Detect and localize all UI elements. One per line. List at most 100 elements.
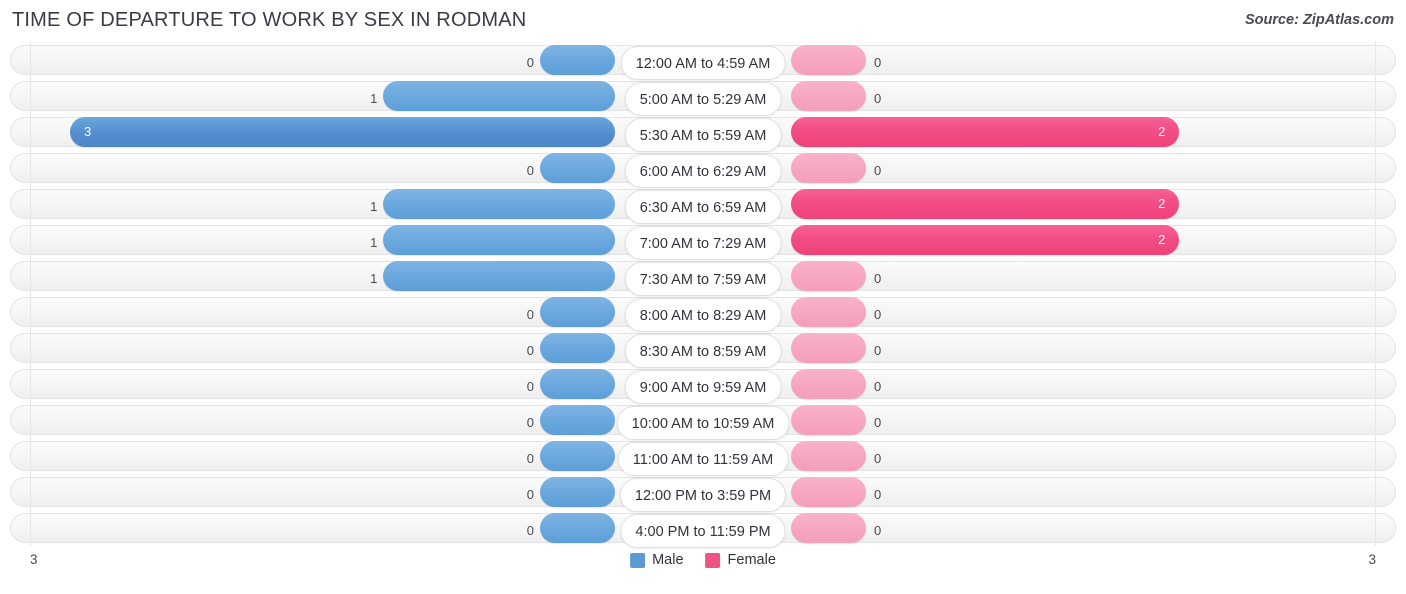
- bar-female[interactable]: [791, 297, 866, 327]
- row-bars: 1 0 7:30 AM to 7:59 AM: [10, 261, 1396, 296]
- legend-label-male: Male: [652, 552, 684, 568]
- bar-value-female: 0: [874, 451, 882, 466]
- chart-row: 0 0 9:00 AM to 9:59 AM: [10, 366, 1396, 404]
- bar-value-female: 0: [874, 307, 882, 322]
- category-label: 5:00 AM to 5:29 AM: [624, 82, 782, 116]
- category-label: 9:00 AM to 9:59 AM: [624, 370, 782, 404]
- bar-value-male: 0: [526, 487, 534, 502]
- bar-female[interactable]: [791, 45, 866, 75]
- bar-value-male: 0: [526, 343, 534, 358]
- bar-female[interactable]: [791, 261, 866, 291]
- bar-male[interactable]: [540, 513, 615, 543]
- bar-female[interactable]: [791, 513, 866, 543]
- axis-label-right: 3: [1368, 552, 1376, 567]
- bar-male[interactable]: [540, 441, 615, 471]
- bar-female[interactable]: [791, 369, 866, 399]
- chart-row: 1 0 5:00 AM to 5:29 AM: [10, 78, 1396, 116]
- row-bars: 1 2 6:30 AM to 6:59 AM: [10, 189, 1396, 224]
- bar-male[interactable]: [383, 261, 615, 291]
- legend-swatch-female-icon: [705, 552, 721, 568]
- bar-value-male: 1: [370, 235, 378, 250]
- chart-row: 1 0 7:30 AM to 7:59 AM: [10, 258, 1396, 296]
- row-bars: 0 0 6:00 AM to 6:29 AM: [10, 153, 1396, 188]
- row-bars: 0 0 12:00 AM to 4:59 AM: [10, 45, 1396, 80]
- bar-value-male: 0: [526, 55, 534, 70]
- chart-footer: 3 Male Female 3: [10, 544, 1396, 584]
- bar-male[interactable]: [383, 81, 615, 111]
- legend-swatch-male-icon: [630, 552, 646, 568]
- bar-male[interactable]: [540, 369, 615, 399]
- bar-female[interactable]: 2: [791, 117, 1180, 147]
- bar-female[interactable]: [791, 153, 866, 183]
- row-bars: 0 0 8:00 AM to 8:29 AM: [10, 297, 1396, 332]
- bar-male[interactable]: [540, 45, 615, 75]
- bar-male[interactable]: [540, 477, 615, 507]
- bar-value-female: 2: [1158, 196, 1166, 211]
- bar-value-female: 0: [874, 415, 882, 430]
- row-bars: 0 0 8:30 AM to 8:59 AM: [10, 333, 1396, 368]
- chart-row: 0 0 4:00 PM to 11:59 PM: [10, 510, 1396, 548]
- bar-male[interactable]: [540, 405, 615, 435]
- category-label: 10:00 AM to 10:59 AM: [616, 406, 790, 440]
- bar-female[interactable]: [791, 405, 866, 435]
- bar-male[interactable]: [540, 333, 615, 363]
- bar-value-male: 0: [526, 379, 534, 394]
- bar-female[interactable]: [791, 333, 866, 363]
- chart-row: 0 0 12:00 PM to 3:59 PM: [10, 474, 1396, 512]
- bar-female[interactable]: [791, 441, 866, 471]
- bar-male[interactable]: [383, 189, 615, 219]
- row-bars: 3 2 5:30 AM to 5:59 AM: [10, 117, 1396, 152]
- bar-value-female: 2: [1158, 232, 1166, 247]
- bar-male[interactable]: [540, 297, 615, 327]
- row-bars: 0 0 12:00 PM to 3:59 PM: [10, 477, 1396, 512]
- legend-item-male[interactable]: Male: [630, 552, 684, 568]
- chart-row: 3 2 5:30 AM to 5:59 AM: [10, 114, 1396, 152]
- chart-row: 0 0 11:00 AM to 11:59 AM: [10, 438, 1396, 476]
- chart-legend: Male Female: [630, 552, 776, 568]
- bar-value-female: 0: [874, 379, 882, 394]
- bar-value-male: 0: [526, 163, 534, 178]
- bar-value-female: 0: [874, 271, 882, 286]
- legend-label-female: Female: [727, 552, 776, 568]
- source-attribution: Source: ZipAtlas.com: [1244, 12, 1394, 28]
- bar-female[interactable]: 2: [791, 225, 1180, 255]
- bar-male[interactable]: 3: [70, 117, 615, 147]
- bar-value-male: 0: [526, 307, 534, 322]
- bar-value-female: 0: [874, 91, 882, 106]
- category-label: 7:30 AM to 7:59 AM: [624, 262, 782, 296]
- bar-male[interactable]: [540, 153, 615, 183]
- row-bars: 0 0 4:00 PM to 11:59 PM: [10, 513, 1396, 548]
- bar-value-male: 3: [84, 124, 92, 139]
- chart-row: 1 2 7:00 AM to 7:29 AM: [10, 222, 1396, 260]
- category-label: 7:00 AM to 7:29 AM: [624, 226, 782, 260]
- chart-row: 0 0 10:00 AM to 10:59 AM: [10, 402, 1396, 440]
- bar-male[interactable]: [383, 225, 615, 255]
- bar-value-male: 1: [370, 199, 378, 214]
- chart-plot-area: 0 0 12:00 AM to 4:59 AM 1 0 5:00 AM to 5:29 A…: [10, 42, 1396, 548]
- category-label: 12:00 AM to 4:59 AM: [620, 46, 786, 80]
- bar-female[interactable]: 2: [791, 189, 1180, 219]
- chart-row: 0 0 6:00 AM to 6:29 AM: [10, 150, 1396, 188]
- category-label: 8:30 AM to 8:59 AM: [624, 334, 782, 368]
- bar-value-male: 0: [526, 415, 534, 430]
- bar-female[interactable]: [791, 81, 866, 111]
- chart-header: TIME OF DEPARTURE TO WORK BY SEX IN RODM…: [0, 0, 1406, 42]
- bar-value-male: 1: [370, 271, 378, 286]
- category-label: 4:00 PM to 11:59 PM: [620, 514, 786, 548]
- chart-row: 0 0 8:30 AM to 8:59 AM: [10, 330, 1396, 368]
- category-label: 8:00 AM to 8:29 AM: [624, 298, 782, 332]
- chart-row: 0 0 12:00 AM to 4:59 AM: [10, 42, 1396, 80]
- bar-value-female: 0: [874, 487, 882, 502]
- bar-value-female: 0: [874, 55, 882, 70]
- legend-item-female[interactable]: Female: [705, 552, 776, 568]
- row-bars: 0 0 11:00 AM to 11:59 AM: [10, 441, 1396, 476]
- row-bars: 0 0 9:00 AM to 9:59 AM: [10, 369, 1396, 404]
- bar-value-female: 0: [874, 523, 882, 538]
- category-label: 5:30 AM to 5:59 AM: [624, 118, 782, 152]
- axis-label-left: 3: [30, 552, 38, 567]
- bar-value-male: 0: [526, 523, 534, 538]
- row-bars: 1 0 5:00 AM to 5:29 AM: [10, 81, 1396, 116]
- bar-female[interactable]: [791, 477, 866, 507]
- row-bars: 0 0 10:00 AM to 10:59 AM: [10, 405, 1396, 440]
- bar-value-male: 0: [526, 451, 534, 466]
